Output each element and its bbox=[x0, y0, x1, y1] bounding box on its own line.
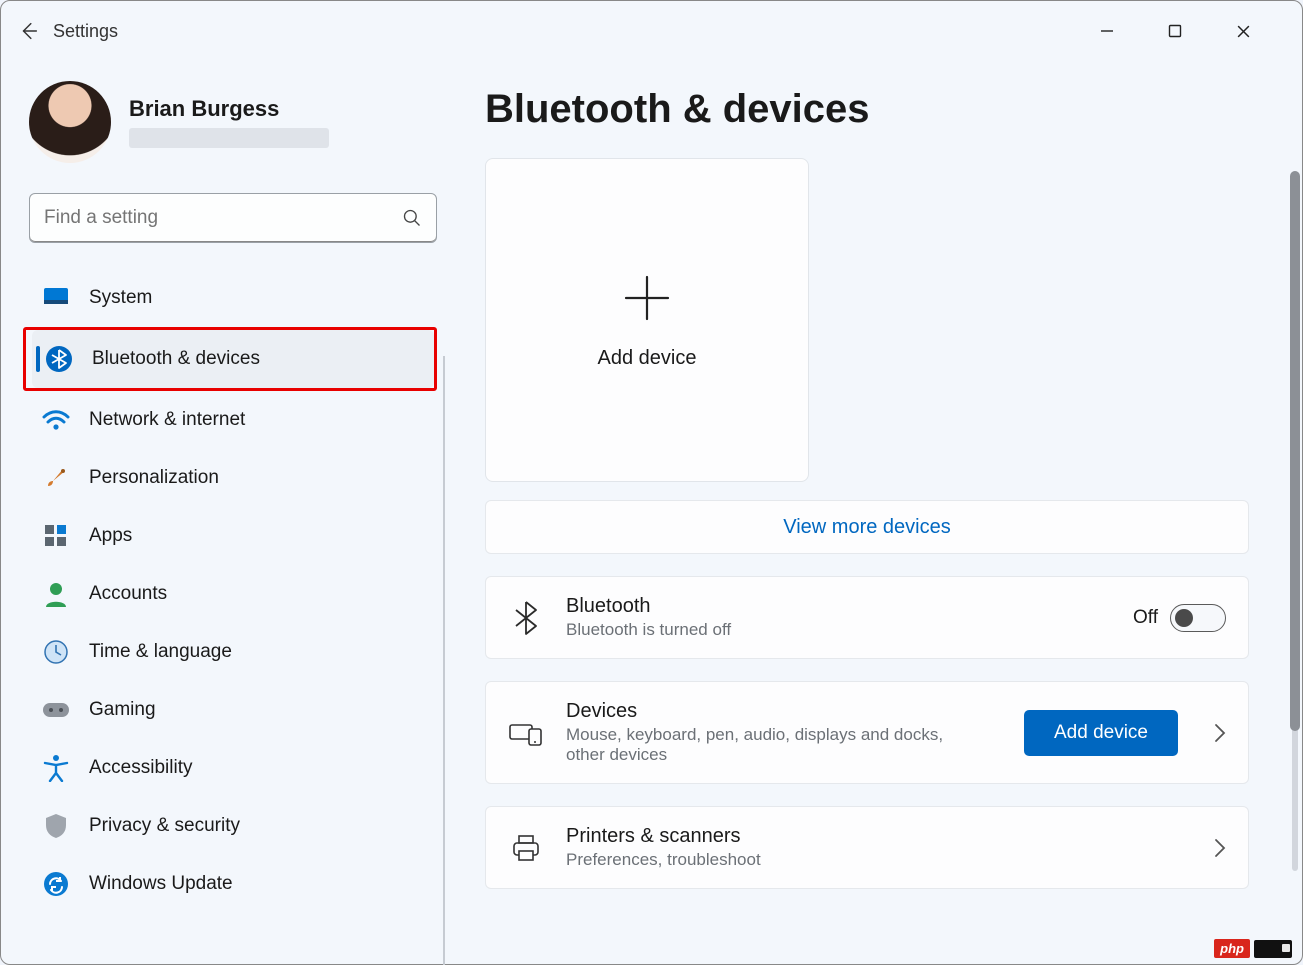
update-icon bbox=[41, 869, 71, 899]
annotation-highlight: Bluetooth & devices bbox=[23, 327, 437, 391]
printers-card-subtitle: Preferences, troubleshoot bbox=[566, 850, 986, 870]
printer-icon bbox=[508, 830, 544, 866]
sidebar-item-label: Network & internet bbox=[89, 409, 245, 431]
page-title: Bluetooth & devices bbox=[485, 87, 1272, 132]
app-title: Settings bbox=[53, 21, 118, 42]
shield-icon bbox=[41, 811, 71, 841]
accessibility-icon bbox=[41, 753, 71, 783]
bluetooth-icon bbox=[508, 600, 544, 636]
bluetooth-card-subtitle: Bluetooth is turned off bbox=[566, 620, 986, 640]
chevron-right-icon bbox=[1214, 723, 1226, 743]
window-controls bbox=[1100, 24, 1294, 39]
wifi-icon bbox=[41, 405, 71, 435]
back-button[interactable] bbox=[9, 20, 49, 42]
sidebar-item-label: System bbox=[89, 287, 152, 309]
sidebar-item-label: Time & language bbox=[89, 641, 232, 663]
titlebar: Settings bbox=[1, 1, 1302, 61]
sidebar-item-accounts[interactable]: Accounts bbox=[29, 565, 437, 623]
arrow-left-icon bbox=[18, 20, 40, 42]
view-more-devices-link[interactable]: View more devices bbox=[485, 500, 1249, 554]
person-icon bbox=[41, 579, 71, 609]
devices-card-subtitle: Mouse, keyboard, pen, audio, displays an… bbox=[566, 725, 986, 765]
bluetooth-toggle[interactable] bbox=[1170, 604, 1226, 632]
bluetooth-icon bbox=[44, 344, 74, 374]
sidebar-item-label: Accessibility bbox=[89, 757, 192, 779]
search-icon bbox=[402, 208, 422, 228]
avatar bbox=[29, 81, 111, 163]
scrollbar-thumb[interactable] bbox=[1290, 171, 1300, 731]
sidebar-item-accessibility[interactable]: Accessibility bbox=[29, 739, 437, 797]
search-input[interactable] bbox=[44, 207, 402, 229]
bluetooth-card-title: Bluetooth bbox=[566, 595, 1111, 618]
clock-globe-icon bbox=[41, 637, 71, 667]
add-device-button[interactable]: Add device bbox=[1024, 710, 1178, 756]
view-more-devices-label: View more devices bbox=[783, 516, 950, 539]
watermark-text: php bbox=[1214, 939, 1250, 958]
sidebar-item-label: Apps bbox=[89, 525, 132, 547]
watermark: php bbox=[1214, 939, 1292, 958]
sidebar-item-label: Privacy & security bbox=[89, 815, 240, 837]
plus-icon bbox=[620, 271, 674, 325]
watermark-badge bbox=[1254, 940, 1292, 958]
sidebar-item-time[interactable]: Time & language bbox=[29, 623, 437, 681]
sidebar-item-update[interactable]: Windows Update bbox=[29, 855, 437, 913]
apps-icon bbox=[41, 521, 71, 551]
devices-card[interactable]: Devices Mouse, keyboard, pen, audio, dis… bbox=[485, 681, 1249, 784]
content-area: Bluetooth & devices Add device View more… bbox=[461, 61, 1302, 964]
system-icon bbox=[41, 283, 71, 313]
paintbrush-icon bbox=[41, 463, 71, 493]
add-device-tile[interactable]: Add device bbox=[485, 158, 809, 482]
user-name: Brian Burgess bbox=[129, 96, 329, 122]
chevron-right-icon bbox=[1214, 838, 1226, 858]
sidebar-item-label: Accounts bbox=[89, 583, 167, 605]
maximize-button[interactable] bbox=[1168, 24, 1208, 39]
minimize-button[interactable] bbox=[1100, 24, 1140, 39]
sidebar-item-gaming[interactable]: Gaming bbox=[29, 681, 437, 739]
sidebar-item-apps[interactable]: Apps bbox=[29, 507, 437, 565]
printers-card-title: Printers & scanners bbox=[566, 825, 1178, 848]
sidebar-item-system[interactable]: System bbox=[29, 269, 437, 327]
devices-icon bbox=[508, 715, 544, 751]
settings-window: Settings Brian Burgess bbox=[0, 0, 1303, 965]
sidebar-item-network[interactable]: Network & internet bbox=[29, 391, 437, 449]
sidebar-divider bbox=[443, 356, 445, 965]
gamepad-icon bbox=[41, 695, 71, 725]
user-email-placeholder bbox=[129, 128, 329, 148]
sidebar-item-label: Bluetooth & devices bbox=[92, 348, 260, 370]
user-block[interactable]: Brian Burgess bbox=[29, 81, 461, 163]
sidebar: Brian Burgess System Bluetooth & d bbox=[1, 61, 461, 964]
sidebar-item-personalization[interactable]: Personalization bbox=[29, 449, 437, 507]
add-device-tile-label: Add device bbox=[598, 347, 697, 370]
sidebar-item-label: Windows Update bbox=[89, 873, 233, 895]
close-button[interactable] bbox=[1236, 24, 1276, 39]
bluetooth-card: Bluetooth Bluetooth is turned off Off bbox=[485, 576, 1249, 659]
devices-card-title: Devices bbox=[566, 700, 1002, 723]
search-box[interactable] bbox=[29, 193, 437, 243]
sidebar-item-bluetooth[interactable]: Bluetooth & devices bbox=[32, 330, 434, 388]
printers-card[interactable]: Printers & scanners Preferences, trouble… bbox=[485, 806, 1249, 889]
sidebar-item-label: Gaming bbox=[89, 699, 156, 721]
sidebar-item-label: Personalization bbox=[89, 467, 219, 489]
bluetooth-toggle-state: Off bbox=[1133, 607, 1158, 629]
nav-list: System Bluetooth & devices Network & int… bbox=[29, 269, 437, 913]
sidebar-item-privacy[interactable]: Privacy & security bbox=[29, 797, 437, 855]
